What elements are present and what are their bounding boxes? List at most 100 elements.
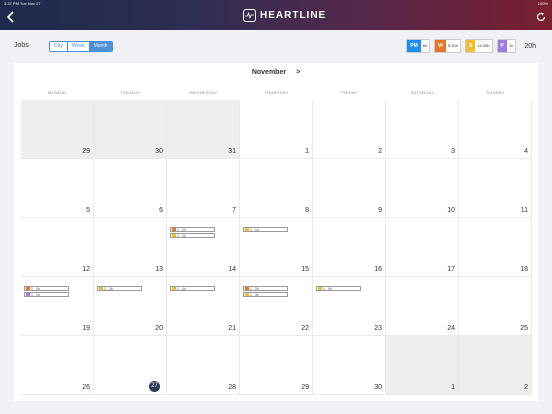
job-event[interactable]: 2 3h (97, 286, 142, 291)
weekday-label: TUESDAY (120, 90, 141, 95)
job-count: 1 (250, 286, 252, 291)
day-number: 25 (520, 325, 528, 332)
job-hours: 1h (35, 292, 40, 297)
calendar-day-cell[interactable]: 16 (313, 218, 386, 277)
day-number: 30 (374, 384, 382, 391)
chip-badge: W (435, 40, 446, 52)
job-event[interactable]: 1 1h (170, 233, 215, 238)
view-switcher: Day Week Month (49, 41, 113, 52)
day-number: 2 (524, 384, 528, 391)
hours-summary: PM 6h W 5:30h S 14:25h P 1h 20h (406, 39, 536, 53)
weekday-label: SUNDAY (486, 90, 505, 95)
back-chevron-icon[interactable] (6, 11, 16, 23)
view-month-button[interactable]: Month (89, 42, 112, 51)
chip-badge: PM (407, 40, 421, 52)
day-number: 1 (451, 384, 455, 391)
weekday-label: FRIDAY (341, 90, 358, 95)
next-month-button[interactable]: > (296, 69, 300, 76)
calendar-day-cell[interactable]: 13 (94, 218, 167, 277)
day-number: 20 (155, 325, 163, 332)
chip-badge: P (497, 40, 507, 52)
calendar-day-cell[interactable]: 2 (313, 100, 386, 159)
job-event[interactable]: 1 3h (243, 292, 288, 297)
calendar-day-cell[interactable]: 7 (167, 159, 240, 218)
calendar-day-cell[interactable]: 2 (459, 336, 532, 395)
calendar-day-cell[interactable]: 3 (386, 100, 459, 159)
calendar-day-cell[interactable]: 1 (240, 100, 313, 159)
summary-chip-s: S 14:25h (464, 39, 493, 53)
status-battery: 100% (537, 1, 548, 6)
calendar-day-cell[interactable]: 27 (94, 336, 167, 395)
jobs-label: Jobs (14, 42, 29, 49)
calendar-day-cell[interactable]: 10 (386, 159, 459, 218)
calendar-day-cell[interactable]: 1 6h 23 (313, 277, 386, 336)
job-count: 1 (323, 286, 325, 291)
calendar-day-cell[interactable]: 25 (459, 277, 532, 336)
job-count: 2 (177, 286, 179, 291)
weekday-header: MONDAY TUESDAY WEDNESDAY THURSDAY FRIDAY… (21, 90, 532, 95)
calendar-day-cell[interactable]: 2 3h 20 (94, 277, 167, 336)
calendar-day-cell[interactable]: 28 (167, 336, 240, 395)
day-number: 3 (451, 148, 455, 155)
job-hours: 1h (181, 233, 186, 238)
day-number: 13 (155, 266, 163, 273)
job-event[interactable]: 1 2h (170, 227, 215, 232)
day-number: 22 (301, 325, 309, 332)
calendar-day-cell[interactable]: 29 (21, 100, 94, 159)
day-number: 28 (228, 384, 236, 391)
job-type-swatch (99, 287, 103, 290)
job-event[interactable]: 1 2h (243, 286, 288, 291)
brand-logo: HEARTLINE (243, 8, 326, 22)
weekday-label: WEDNESDAY (189, 90, 218, 95)
view-week-button[interactable]: Week (67, 42, 90, 51)
calendar-day-cell[interactable]: 6 (94, 159, 167, 218)
calendar-day-cell[interactable]: 12 (21, 218, 94, 277)
brand-name: HEARTLINE (260, 9, 327, 21)
calendar-day-cell[interactable]: 30 (94, 100, 167, 159)
day-number: 7 (232, 207, 236, 214)
calendar-day-cell[interactable]: 1 (386, 336, 459, 395)
calendar-day-cell[interactable]: 1 1h 15 (240, 218, 313, 277)
chip-badge: S (465, 40, 476, 52)
calendar-day-cell[interactable]: 26 (21, 336, 94, 395)
day-number: 26 (82, 384, 90, 391)
day-number: 15 (301, 266, 309, 273)
day-number: 19 (82, 325, 90, 332)
summary-chip-w: W 5:30h (434, 39, 461, 53)
day-number: 18 (520, 266, 528, 273)
job-event[interactable]: 1 6h (316, 286, 361, 291)
chip-value: 1h (508, 43, 514, 48)
day-number: 24 (447, 325, 455, 332)
calendar-day-cell[interactable]: 8 (240, 159, 313, 218)
job-count: 1 (31, 286, 33, 291)
calendar-day-cell[interactable]: 11 (459, 159, 532, 218)
summary-chip-p: P 1h (496, 39, 517, 53)
view-day-button[interactable]: Day (50, 42, 68, 51)
calendar-day-cell[interactable]: 2 4h 21 (167, 277, 240, 336)
calendar-day-cell[interactable]: 30 (313, 336, 386, 395)
job-event[interactable]: 2 4h (170, 286, 215, 291)
calendar-day-cell[interactable]: 31 (167, 100, 240, 159)
calendar-day-cell[interactable]: 29 (240, 336, 313, 395)
calendar-day-cell[interactable]: 17 (386, 218, 459, 277)
job-event[interactable]: 1 1h (24, 286, 69, 291)
calendar-day-cell[interactable]: 18 (459, 218, 532, 277)
calendar-day-cell[interactable]: 1 2h 1 3h 22 (240, 277, 313, 336)
day-number: 14 (228, 266, 236, 273)
calendar-day-cell[interactable]: 24 (386, 277, 459, 336)
weekday-label: SATURDAY (410, 90, 435, 95)
total-hours: 20h (524, 42, 536, 50)
job-type-swatch (245, 293, 249, 296)
summary-chip-pm: PM 6h (406, 39, 431, 53)
calendar-day-cell[interactable]: 1 1h 1 1h 19 (21, 277, 94, 336)
job-event[interactable]: 1 1h (24, 292, 69, 297)
job-event[interactable]: 1 1h (243, 227, 288, 232)
weekday-label: THURSDAY (264, 90, 289, 95)
refresh-icon[interactable] (536, 12, 546, 22)
calendar-day-cell[interactable]: 4 (459, 100, 532, 159)
calendar-day-cell[interactable]: 9 (313, 159, 386, 218)
calendar-day-cell[interactable]: 5 (21, 159, 94, 218)
day-number: 16 (374, 266, 382, 273)
day-number: 12 (82, 266, 90, 273)
calendar-day-cell[interactable]: 1 2h 1 1h 14 (167, 218, 240, 277)
